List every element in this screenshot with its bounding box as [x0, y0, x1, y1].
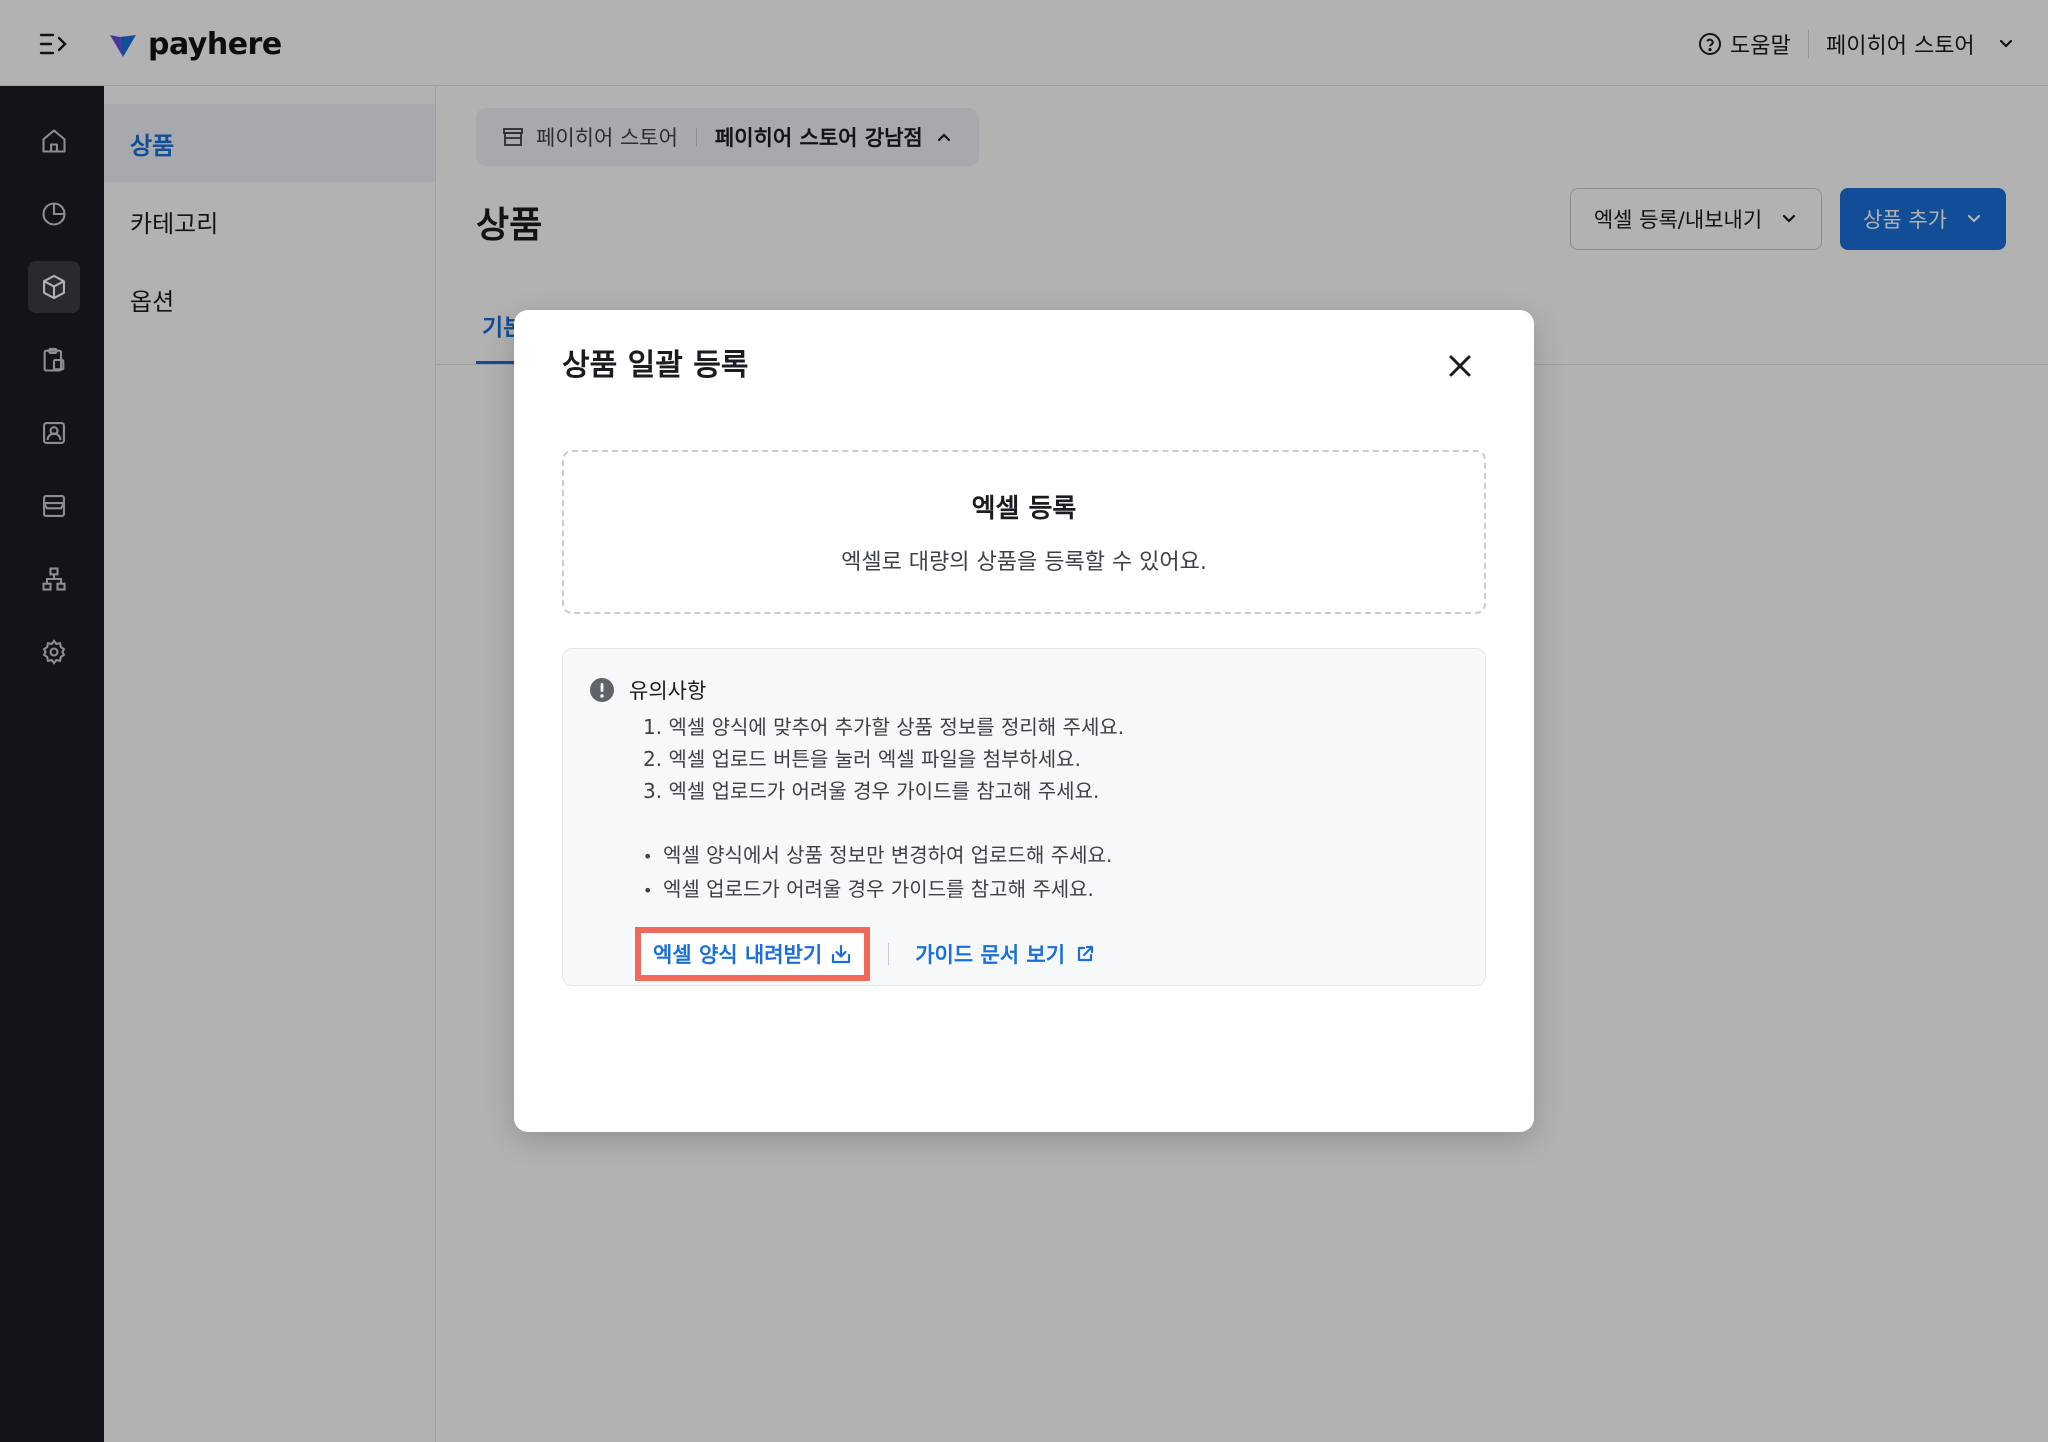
view-guide-link[interactable]: 가이드 문서 보기 — [915, 939, 1095, 969]
download-template-link[interactable]: 엑셀 양식 내려받기 — [635, 927, 871, 981]
close-button[interactable] — [1440, 346, 1480, 386]
notice-box: 유의사항 1. 엑셀 양식에 맞추어 추가할 상품 정보를 정리해 주세요. 2… — [562, 648, 1486, 986]
app-window: payhere 도움말 페이히어 스토어 상품 카테고리 옵션 페이히어 스토어… — [0, 0, 2048, 1442]
download-template-label: 엑셀 양식 내려받기 — [653, 943, 823, 967]
notice-bullets: 엑셀 양식에서 상품 정보만 변경하여 업로드해 주세요. 엑셀 업로드가 어려… — [643, 839, 1112, 907]
external-link-icon — [1077, 945, 1094, 962]
modal-title: 상품 일괄 등록 — [562, 348, 749, 383]
notice-step: 2. 엑셀 업로드 버튼을 눌러 엑셀 파일을 첨부하세요. — [643, 747, 1081, 771]
notice-step: 1. 엑셀 양식에 맞추어 추가할 상품 정보를 정리해 주세요. — [643, 715, 1125, 739]
excel-upload-dropzone[interactable]: 엑셀 등록 엑셀로 대량의 상품을 등록할 수 있어요. — [562, 450, 1486, 614]
notice-steps: 1. 엑셀 양식에 맞추어 추가할 상품 정보를 정리해 주세요. 2. 엑셀 … — [643, 711, 1124, 807]
notice-bullet: 엑셀 업로드가 어려울 경우 가이드를 참고해 주세요. — [643, 873, 1112, 907]
notice-links: 엑셀 양식 내려받기 가이드 문서 보기 — [635, 927, 1095, 981]
dropzone-description: 엑셀로 대량의 상품을 등록할 수 있어요. — [841, 550, 1207, 575]
dropzone-title: 엑셀 등록 — [971, 494, 1077, 524]
view-guide-label: 가이드 문서 보기 — [915, 943, 1066, 967]
exclamation-icon — [590, 678, 614, 702]
bulk-register-modal: 상품 일괄 등록 엑셀 등록 엑셀로 대량의 상품을 등록할 수 있어요. 유의… — [514, 310, 1534, 1132]
notice-header: 유의사항 — [589, 675, 706, 705]
notice-step: 3. 엑셀 업로드가 어려울 경우 가이드를 참고해 주세요. — [643, 779, 1100, 803]
link-separator — [888, 943, 890, 965]
notice-heading: 유의사항 — [629, 679, 707, 703]
notice-bullet: 엑셀 양식에서 상품 정보만 변경하여 업로드해 주세요. — [643, 839, 1112, 873]
download-icon — [832, 944, 851, 964]
close-icon — [1449, 355, 1471, 377]
